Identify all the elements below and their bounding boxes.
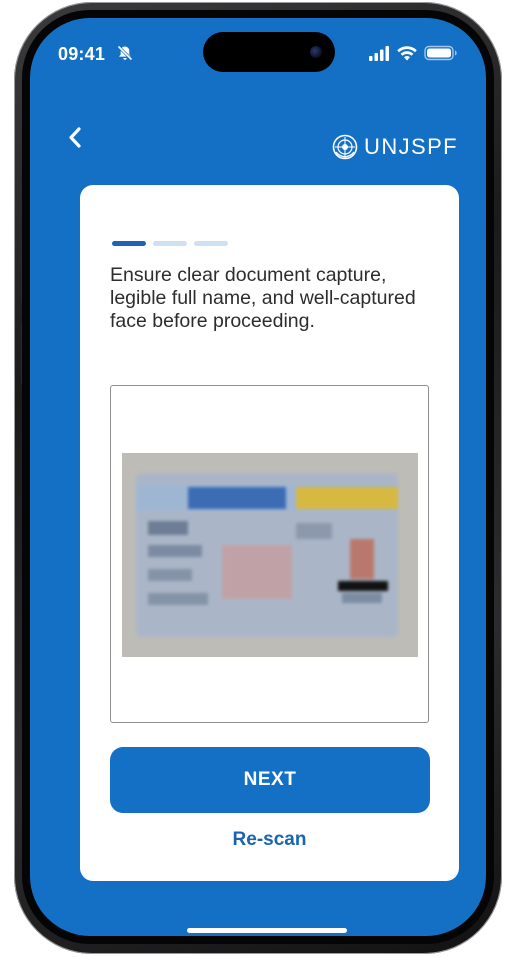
blurred-id-card <box>136 473 398 637</box>
instruction-text: Ensure clear document capture, legible f… <box>110 264 416 332</box>
rescan-link[interactable]: Re-scan <box>80 829 459 851</box>
home-indicator[interactable] <box>187 928 347 933</box>
brand-logo: UNJSPF <box>332 134 458 160</box>
next-button[interactable]: NEXT <box>110 747 430 813</box>
progress-step-3 <box>194 241 228 246</box>
document-preview-image <box>122 453 418 657</box>
cellular-signal-icon <box>369 46 389 61</box>
bell-slash-icon <box>117 45 133 61</box>
un-emblem-icon <box>332 134 358 160</box>
status-time: 09:41 <box>58 44 106 64</box>
step-progress-indicator <box>112 241 235 246</box>
battery-icon <box>424 45 457 61</box>
back-chevron-icon[interactable] <box>62 122 90 154</box>
brand-name: UNJSPF <box>364 134 458 159</box>
front-camera <box>310 46 322 58</box>
document-capture-frame <box>110 385 429 723</box>
wifi-icon <box>397 46 417 61</box>
verification-card: Ensure clear document capture, legible f… <box>80 185 459 881</box>
progress-step-2 <box>153 241 187 246</box>
progress-step-1 <box>112 241 146 246</box>
